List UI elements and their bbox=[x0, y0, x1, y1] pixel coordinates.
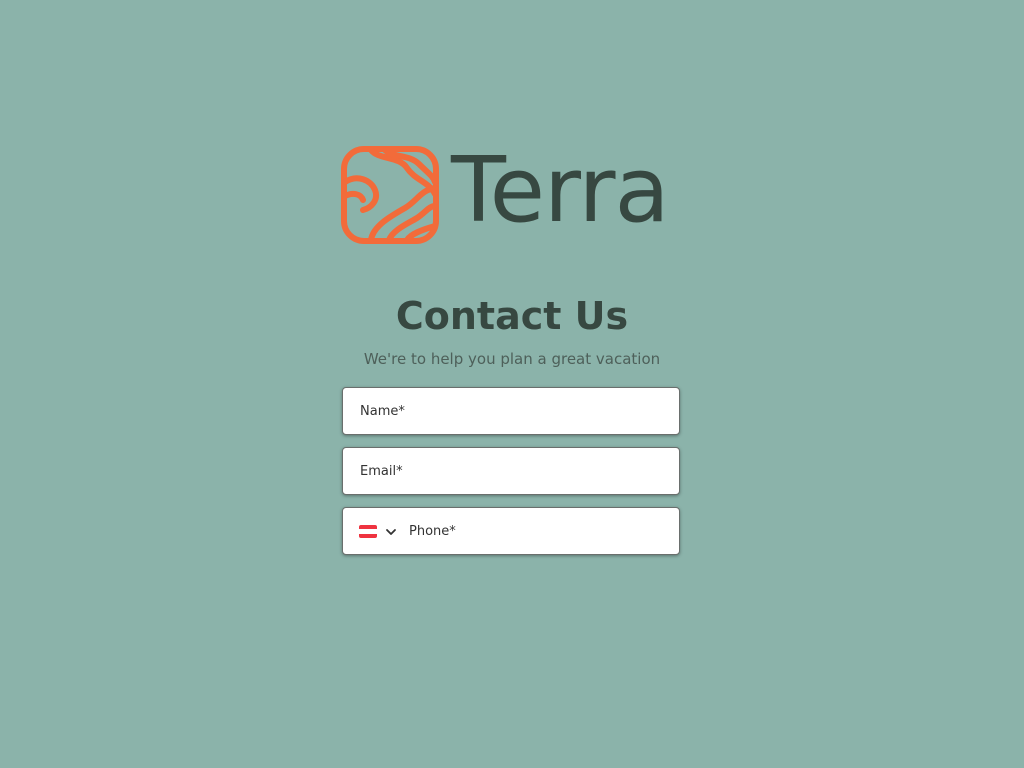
page-title: Contact Us bbox=[395, 294, 629, 338]
name-input[interactable] bbox=[343, 388, 679, 434]
page-subtitle: We're to help you plan a great vacation bbox=[363, 350, 661, 368]
terra-logo-mark-icon bbox=[341, 146, 439, 244]
country-code-select[interactable] bbox=[357, 522, 401, 542]
terra-logo: Terra bbox=[341, 140, 686, 244]
brand-name: Terra bbox=[451, 138, 670, 243]
email-field-container bbox=[342, 447, 680, 495]
phone-input[interactable] bbox=[409, 508, 679, 554]
chevron-down-icon bbox=[386, 529, 396, 535]
email-input[interactable] bbox=[343, 448, 679, 494]
phone-field-container bbox=[342, 507, 680, 555]
flag-icon bbox=[359, 525, 377, 538]
name-field-container bbox=[342, 387, 680, 435]
